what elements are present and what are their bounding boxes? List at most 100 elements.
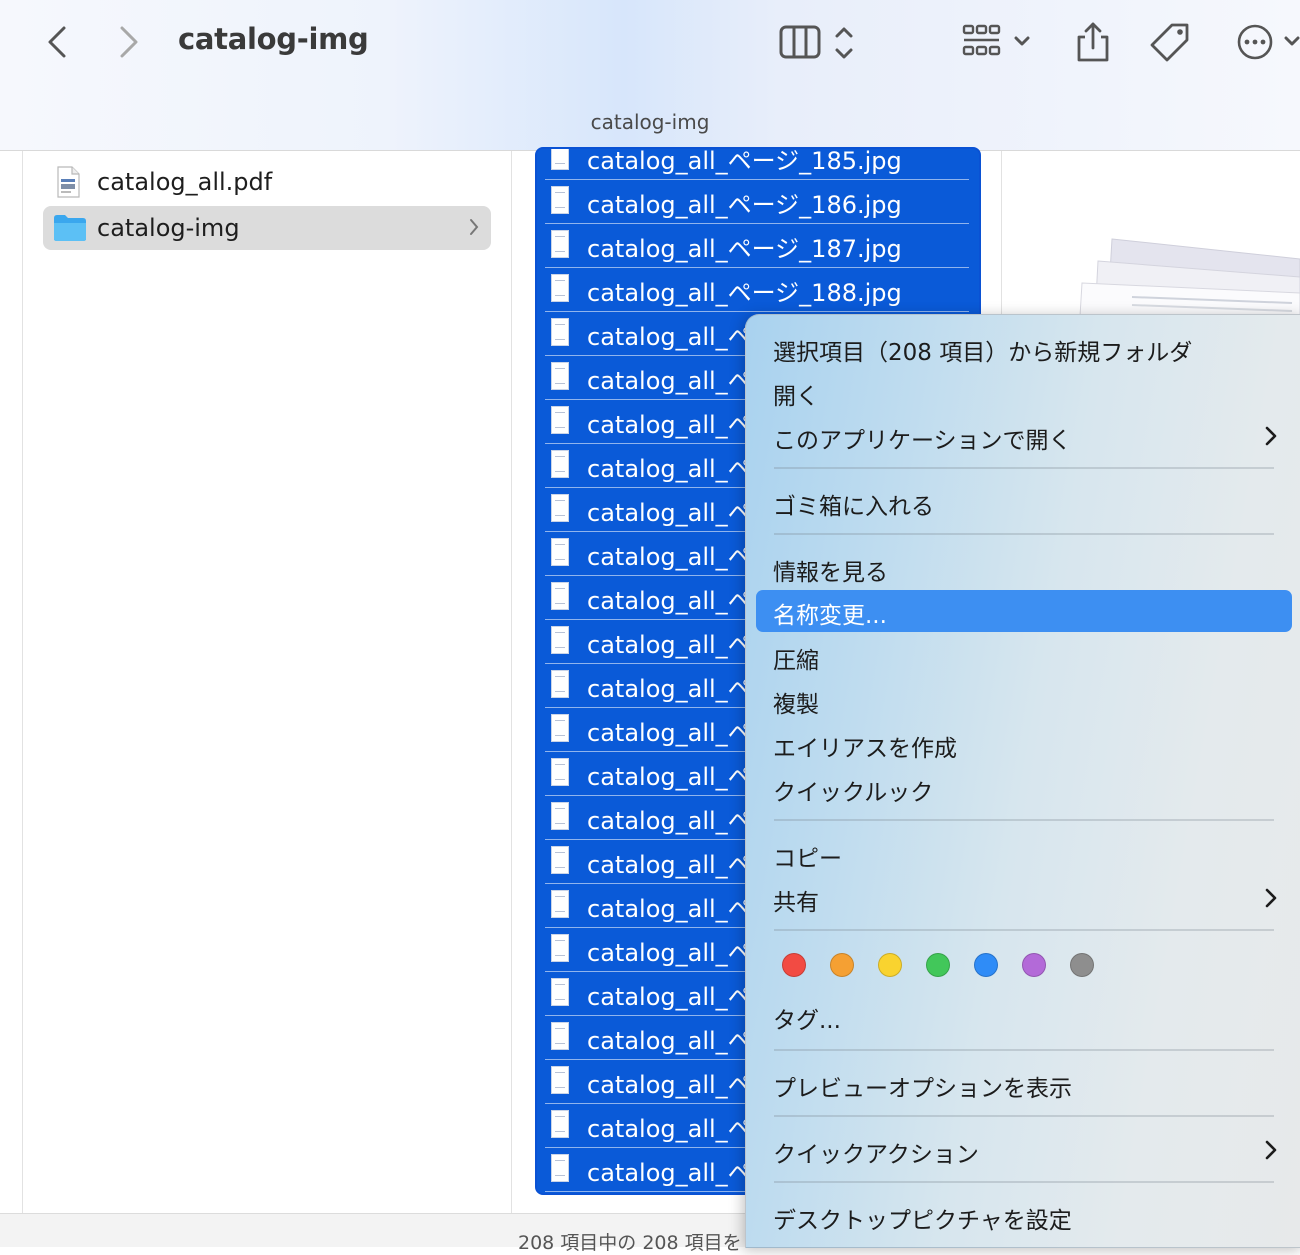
image-thumbnail [551,274,569,302]
file-name: catalog_all.pdf [97,168,273,196]
list-item[interactable]: catalog_all_ページ_185.jpg [545,147,969,180]
tag-button[interactable] [1148,20,1194,70]
menu-separator [774,819,1274,821]
tag-color-blue[interactable] [974,953,998,977]
menu-item-open-with[interactable]: このアプリケーションで開く [756,415,1292,457]
share-icon [1077,22,1109,62]
file-name: catalog_all_ペ [587,631,752,659]
image-thumbnail [551,538,569,566]
image-thumbnail [551,934,569,962]
tag-color-red[interactable] [782,953,806,977]
ellipsis-circle-icon [1237,24,1300,60]
file-name: catalog_all_ペ [587,587,752,615]
file-row-catalog-img-folder[interactable]: catalog-img [43,206,491,250]
pdf-file-icon [55,166,81,202]
menu-item-copy[interactable]: コピー [756,833,1292,875]
submenu-chevron-icon [1264,425,1278,451]
menu-item-share[interactable]: 共有 [756,877,1292,919]
group-button[interactable] [960,20,1036,70]
chevron-left-icon [48,26,66,58]
image-thumbnail [551,1154,569,1182]
file-name: catalog_all_ページ_186.jpg [587,191,902,219]
menu-item-label: ゴミ箱に入れる [773,494,934,520]
menu-item-duplicate[interactable]: 複製 [756,679,1292,721]
menu-item-label: 複製 [773,692,819,718]
menu-item-get-info[interactable]: 情報を見る [756,547,1292,589]
selection-count: 208 項目中の 208 項目を [518,1232,742,1254]
menu-item-make-alias[interactable]: エイリアスを作成 [756,723,1292,765]
file-name: catalog_all_ペ [587,763,752,791]
list-item[interactable]: catalog_all_ページ_186.jpg [545,179,969,224]
image-thumbnail [551,758,569,786]
menu-item-show-preview-options[interactable]: プレビューオプションを表示 [756,1063,1292,1105]
tag-color-yellow[interactable] [878,953,902,977]
menu-item-compress[interactable]: 圧縮 [756,635,1292,677]
folder-name: catalog-img [97,214,240,242]
menu-item-open[interactable]: 開く [756,371,1292,413]
image-thumbnail [551,890,569,918]
menu-item-label: クイックアクション [773,1142,979,1168]
menu-item-move-to-trash[interactable]: ゴミ箱に入れる [756,481,1292,523]
menu-item-tags[interactable]: タグ... [756,995,1292,1037]
tag-color-gray[interactable] [1070,953,1094,977]
image-thumbnail [551,450,569,478]
image-thumbnail [551,230,569,258]
menu-item-label: デスクトップピクチャを設定 [773,1208,1072,1234]
menu-item-new-folder-with-selection[interactable]: 選択項目（208 項目）から新規フォルダ [756,327,1292,369]
menu-item-rename[interactable]: 名称変更... [756,590,1292,632]
path-title: catalog-img [590,110,710,134]
menu-item-label: 名称変更... [773,603,887,629]
image-thumbnail [551,149,569,170]
tag-color-purple[interactable] [1022,953,1046,977]
menu-item-set-desktop-picture[interactable]: デスクトップピクチャを設定 [756,1195,1292,1237]
menu-item-label: このアプリケーションで開く [773,428,1072,454]
menu-item-quick-actions[interactable]: クイックアクション [756,1129,1292,1171]
file-name: catalog_all_ペ [587,367,752,395]
forward-button[interactable] [108,22,148,62]
submenu-chevron-icon [1264,1139,1278,1165]
file-name: catalog_all_ページ_188.jpg [587,279,902,307]
image-thumbnail [551,582,569,610]
menu-separator [774,1049,1274,1051]
chevron-right-icon [120,26,138,58]
image-thumbnail [551,714,569,742]
back-button[interactable] [38,22,78,62]
menu-item-label: 情報を見る [773,560,888,586]
image-thumbnail [551,978,569,1006]
image-thumbnail [551,186,569,214]
list-item[interactable]: catalog_all_ページ_188.jpg [545,267,969,312]
tag-color-green[interactable] [926,953,950,977]
file-name: catalog_all_ペ [587,939,752,967]
file-name: catalog_all_ペ [587,455,752,483]
image-thumbnail [551,802,569,830]
image-thumbnail [551,1066,569,1094]
file-name: catalog_all_ペ [587,1115,752,1143]
file-row-catalog-all-pdf[interactable]: catalog_all.pdf [43,160,491,204]
view-mode-button[interactable] [778,20,862,70]
file-name: catalog_all_ページ_185.jpg [587,147,902,175]
image-thumbnail [551,318,569,346]
image-thumbnail [551,494,569,522]
menu-separator [774,1181,1274,1183]
image-thumbnail [551,626,569,654]
file-name: catalog_all_ペ [587,543,752,571]
menu-item-label: エイリアスを作成 [773,736,957,762]
menu-item-label: プレビューオプションを表示 [773,1076,1072,1102]
more-actions-button[interactable] [1234,20,1300,70]
menu-item-label: クイックルック [773,780,934,806]
menu-item-quick-look[interactable]: クイックルック [756,767,1292,809]
image-thumbnail [551,846,569,874]
file-name: catalog_all_ペ [587,323,752,351]
image-thumbnail [551,362,569,390]
file-name: catalog_all_ペ [587,807,752,835]
menu-separator [774,467,1274,469]
file-name: catalog_all_ペ [587,851,752,879]
file-name: catalog_all_ペ [587,983,752,1011]
list-item[interactable]: catalog_all_ページ_187.jpg [545,223,969,268]
file-name: catalog_all_ペ [587,675,752,703]
tag-color-orange[interactable] [830,953,854,977]
parent-column: catalog_all.pdf catalog-img [22,151,512,1213]
image-thumbnail [551,1110,569,1138]
chevron-right-icon [467,216,481,242]
share-button[interactable] [1072,20,1114,70]
